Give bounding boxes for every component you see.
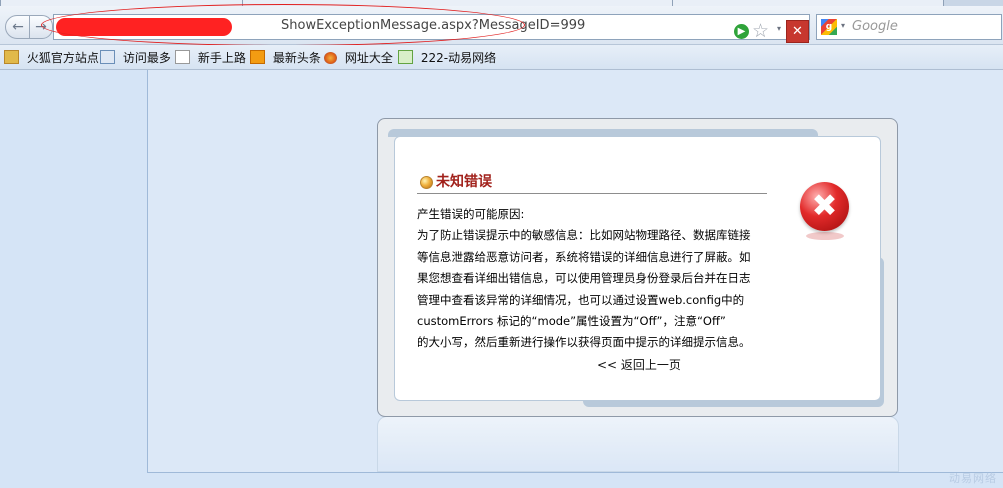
search-placeholder[interactable]: Google xyxy=(852,19,898,34)
error-panel-reflection xyxy=(377,416,899,472)
bookmark-label: 网址大全 xyxy=(344,51,393,65)
firefox-icon xyxy=(324,52,337,64)
error-title: 未知错误 xyxy=(436,174,492,190)
bullet-icon xyxy=(420,176,433,189)
back-link[interactable]: << 返回上一页 xyxy=(597,356,681,373)
address-bar-content: ShowExceptionMessage.aspx?MessageID=999 xyxy=(41,4,808,46)
google-icon[interactable]: g xyxy=(821,19,837,35)
error-line: 产生错误的可能原因: xyxy=(417,207,525,221)
folder-icon xyxy=(4,50,19,64)
bookmark-label: 最新头条 xyxy=(272,51,321,65)
error-line: 管理中查看该异常的详细情况，也可以通过设置web.config中的 xyxy=(417,292,745,307)
bookmark-item[interactable]: 最新头条 xyxy=(250,49,321,67)
search-page-icon xyxy=(100,50,115,64)
rss-icon xyxy=(250,50,265,64)
bookmark-label: 访问最多 xyxy=(122,51,171,65)
error-x-icon: ✖ xyxy=(811,188,838,224)
error-line: 等信息泄露给恶意访问者，系统将错误的详细信息进行了屏蔽。如 xyxy=(417,249,751,264)
bookmark-item[interactable]: 新手上路 xyxy=(175,49,246,67)
error-line: 果您想查看详细出错信息，可以使用管理员身份登录后台并在日志 xyxy=(417,271,751,286)
bookmark-item[interactable]: 访问最多 xyxy=(100,49,171,67)
bookmark-label: 火狐官方站点 xyxy=(26,51,99,65)
error-description: 产生错误的可能原因: 为了防止错误提示中的敏感信息：比如网站物理路径、数据库链接… xyxy=(417,204,772,354)
bookmark-label: 新手上路 xyxy=(197,51,246,65)
error-line: customErrors 标记的“mode”属性设置为“Off”，注意“Off” xyxy=(417,314,726,329)
edit-page-icon xyxy=(398,50,413,64)
title-divider xyxy=(417,193,767,194)
bookmark-star-icon[interactable]: ☆ xyxy=(752,20,769,42)
navigation-toolbar: ← → ShowExceptionMessage.aspx?MessageID=… xyxy=(0,4,1003,46)
watermark: 动易网络 xyxy=(949,472,997,485)
go-icon[interactable]: ▶ xyxy=(734,24,749,39)
search-engine-dropdown-icon[interactable]: ▾ xyxy=(841,21,845,30)
page-icon xyxy=(175,50,190,64)
bookmarks-toolbar: 火狐官方站点 访问最多 新手上路 最新头条 网址大全 222-动易网络 xyxy=(0,45,1003,70)
bookmark-item[interactable]: 火狐官方站点 xyxy=(4,49,99,67)
error-line: 的大小写，然后重新进行操作以获得页面中提示的详细提示信息。 xyxy=(417,335,751,350)
bookmark-item[interactable]: 222-动易网络 xyxy=(398,49,496,67)
error-line: 为了防止错误提示中的敏感信息：比如网站物理路径、数据库链接 xyxy=(417,228,751,243)
stop-button[interactable]: ✕ xyxy=(786,20,809,43)
bookmark-label: 222-动易网络 xyxy=(420,51,497,65)
history-dropdown-icon[interactable]: ▾ xyxy=(777,24,781,33)
back-button[interactable]: ← xyxy=(5,15,31,39)
bookmark-item[interactable]: 网址大全 xyxy=(324,49,393,67)
error-icon: ✖ xyxy=(800,182,849,231)
error-icon-reflection xyxy=(806,232,844,240)
search-box[interactable]: g ▾ Google xyxy=(816,14,1002,40)
red-circle-annotation xyxy=(41,4,525,46)
